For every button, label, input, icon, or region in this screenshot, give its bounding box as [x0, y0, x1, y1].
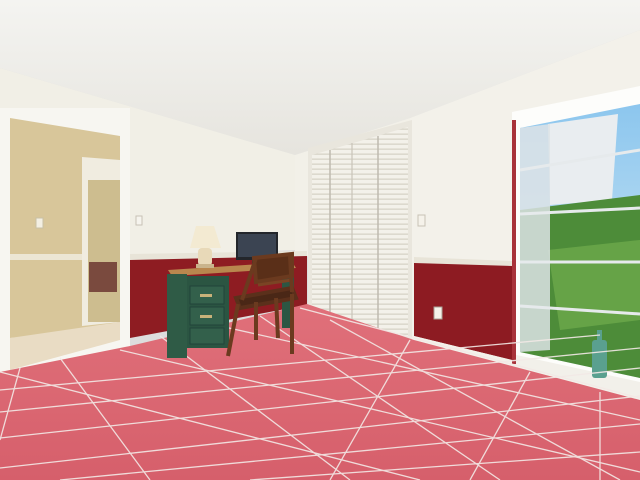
- outlet: [135, 215, 143, 226]
- room-illustration: [0, 0, 640, 480]
- light-switch-hall: [35, 217, 44, 229]
- window-side-wall: [520, 124, 550, 352]
- far-room: [88, 180, 120, 322]
- foliage-light: [548, 240, 640, 330]
- light-switch: [417, 214, 426, 227]
- far-room-chair: [89, 262, 117, 292]
- bifold-closet-doors: [312, 127, 408, 336]
- room-photo: [0, 0, 640, 480]
- window-frame-red-edge: [512, 120, 516, 364]
- wall-outlet-right: [433, 306, 443, 320]
